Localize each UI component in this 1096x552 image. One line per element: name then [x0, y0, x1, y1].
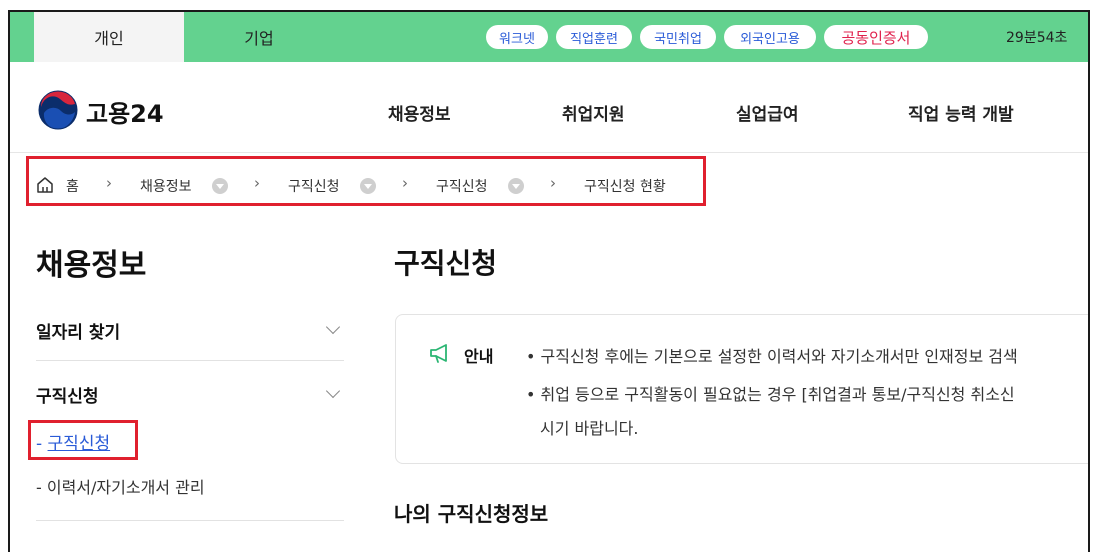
nav-job-info[interactable]: 채용정보 — [388, 100, 451, 125]
breadcrumb-home[interactable]: 홈 — [66, 176, 79, 196]
notice-text-line: • 구직신청 후에는 기본으로 설정한 이력서와 자기소개서만 인재정보 검색 — [526, 347, 1018, 366]
page-title: 구직신청 — [394, 247, 498, 280]
home-icon[interactable] — [36, 176, 54, 194]
dropdown-icon[interactable] — [360, 178, 376, 194]
chevron-down-icon[interactable] — [325, 383, 341, 399]
breadcrumb-item[interactable]: 채용정보 — [140, 176, 192, 196]
notice-text-line: • 취업 등으로 구직활동이 필요없는 경우 [취업결과 통보/구직신청 취소신 — [526, 385, 1015, 404]
sidebar-subitem-label: 이력서/자기소개서 관리 — [46, 478, 205, 497]
breadcrumb-separator-icon: › — [106, 174, 112, 192]
quick-link-worknet[interactable]: 워크넷 — [486, 25, 548, 49]
tab-business[interactable]: 기업 — [184, 12, 334, 62]
quick-link-job-training[interactable]: 직업훈련 — [556, 25, 632, 49]
sidebar-divider — [36, 360, 344, 361]
nav-employment-support[interactable]: 취업지원 — [562, 100, 625, 125]
sidebar-item-job-application[interactable]: 구직신청 — [36, 382, 99, 407]
dropdown-icon[interactable] — [508, 178, 524, 194]
quick-link-foreign-employment[interactable]: 외국인고용 — [724, 25, 816, 49]
breadcrumb-item[interactable]: 구직신청 — [436, 176, 488, 196]
gov-logo-icon[interactable] — [38, 90, 78, 130]
nav-vocational-training[interactable]: 직업 능력 개발 — [908, 100, 1014, 125]
breadcrumb-separator-icon: › — [550, 174, 556, 192]
sidebar-subitem-label: 구직신청 — [47, 434, 111, 454]
breadcrumb-separator-icon: › — [402, 174, 408, 192]
certificate-login-button[interactable]: 공동인증서 — [824, 25, 928, 49]
dropdown-icon[interactable] — [212, 178, 228, 194]
notice-label: 안내 — [464, 347, 494, 366]
browser-frame: 개인 기업 워크넷 직업훈련 국민취업 외국인고용 공동인증서 29분54초 고… — [8, 10, 1090, 552]
breadcrumb-current: 구직신청 현황 — [584, 179, 666, 195]
header-divider — [10, 152, 1088, 153]
tab-personal[interactable]: 개인 — [34, 12, 184, 62]
breadcrumb-separator-icon: › — [254, 174, 260, 192]
section-title: 나의 구직신청정보 — [394, 502, 549, 526]
chevron-down-icon[interactable] — [325, 319, 341, 335]
megaphone-icon — [430, 344, 447, 363]
sidebar-title: 채용정보 — [36, 248, 147, 283]
sidebar-item-find-jobs[interactable]: 일자리 찾기 — [36, 318, 120, 343]
session-timer: 29분54초 — [1006, 30, 1068, 46]
sidebar-subitem-job-application[interactable]: - 구직신청 — [36, 429, 110, 454]
quick-link-national-employment[interactable]: 국민취업 — [640, 25, 716, 49]
sidebar-divider — [36, 520, 344, 521]
site-logo-text[interactable]: 고용24 — [86, 94, 164, 129]
sidebar-subitem-resume[interactable]: - 이력서/자기소개서 관리 — [36, 474, 205, 498]
nav-unemployment-benefit[interactable]: 실업급여 — [736, 100, 799, 125]
breadcrumb-item[interactable]: 구직신청 — [288, 176, 340, 196]
notice-text-line: 시기 바랍니다. — [540, 419, 639, 438]
